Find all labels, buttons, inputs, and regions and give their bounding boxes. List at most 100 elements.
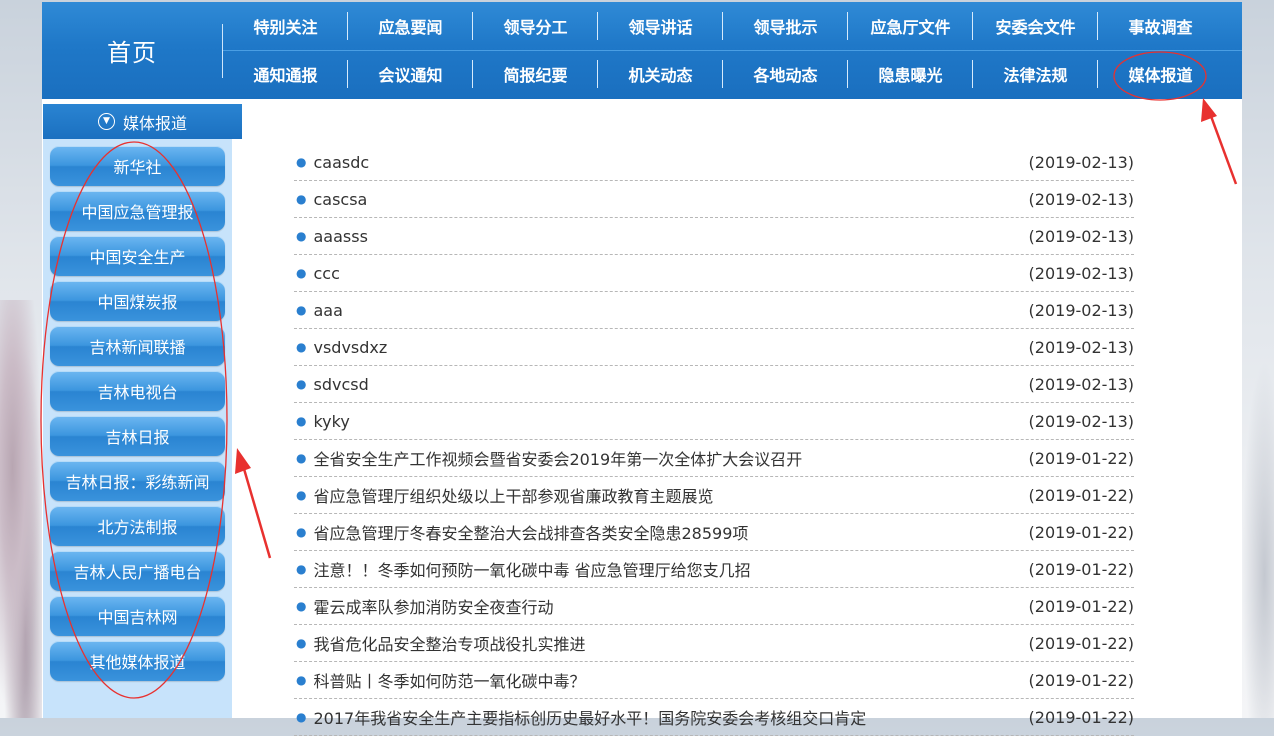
article-date: (2019-02-13) [1028, 226, 1134, 246]
bullet-icon: ● [296, 599, 307, 613]
article-title[interactable]: sdvcsd [313, 375, 368, 394]
bullet-icon: ● [296, 155, 307, 169]
nav-item-agency-updates[interactable]: 机关动态 [598, 50, 723, 98]
article-title[interactable]: 我省危化品安全整治专项战役扎实推进 [313, 631, 585, 655]
sidebar-item-china-work-safety[interactable]: 中国安全生产 [50, 236, 225, 276]
article-title[interactable]: 2017年我省安全生产主要指标创历史最好水平！国务院安委会考核组交口肯定 [313, 705, 866, 729]
sidebar-title: 媒体报道 [122, 113, 187, 133]
bullet-icon: ● [296, 525, 307, 539]
home-link[interactable]: 首页 [42, 2, 222, 99]
page-container: 首页 特别关注 应急要闻 领导分工 领导讲话 领导批示 应急厅文件 安委会文件 … [42, 2, 1242, 736]
article-date: (2019-01-22) [1028, 670, 1134, 690]
article-title[interactable]: ccc [313, 264, 339, 283]
nav-item-briefings[interactable]: 简报纪要 [473, 50, 598, 98]
bullet-icon: ● [296, 192, 307, 206]
article-date: (2019-02-13) [1028, 411, 1134, 431]
list-item: ● kyky (2019-02-13) [294, 403, 1134, 440]
nav-row-2: 通知通报 会议通知 简报纪要 机关动态 各地动态 隐患曝光 法律法规 媒体报道 [223, 50, 1242, 98]
sidebar-item-jilin-daily-cailian[interactable]: 吉林日报：彩练新闻 [50, 461, 225, 501]
nav-item-department-documents[interactable]: 应急厅文件 [848, 2, 973, 50]
sidebar-header[interactable]: ▼ 媒体报道 [43, 104, 242, 139]
nav-item-accident-investigation[interactable]: 事故调查 [1098, 2, 1223, 50]
list-item: ● ccc (2019-02-13) [294, 255, 1134, 292]
list-item: ● 全省安全生产工作视频会暨省安委会2019年第一次全体扩大会议召开 (2019-0… [294, 440, 1134, 477]
bullet-icon: ● [296, 673, 307, 687]
nav-item-regional-updates[interactable]: 各地动态 [723, 50, 848, 98]
bullet-icon: ● [296, 303, 307, 317]
nav-item-emergency-news[interactable]: 应急要闻 [348, 2, 473, 50]
nav-item-leader-instructions[interactable]: 领导批示 [723, 2, 848, 50]
article-title[interactable]: aaa [313, 301, 342, 320]
nav-item-notices[interactable]: 通知通报 [223, 50, 348, 98]
sidebar-item-jilin-daily[interactable]: 吉林日报 [50, 416, 225, 456]
article-title[interactable]: aaasss [313, 227, 367, 246]
article-date: (2019-01-22) [1028, 448, 1134, 468]
article-title[interactable]: 科普贴丨冬季如何防范一氧化碳中毒？ [313, 668, 585, 692]
bullet-icon: ● [296, 562, 307, 576]
list-item: ● aaasss (2019-02-13) [294, 218, 1134, 255]
bullet-icon: ● [296, 377, 307, 391]
article-date: (2019-01-22) [1028, 633, 1134, 653]
sidebar-item-china-jilin-net[interactable]: 中国吉林网 [50, 596, 225, 636]
article-title[interactable]: cascsa [313, 190, 367, 209]
bullet-icon: ● [296, 266, 307, 280]
nav-item-leader-speeches[interactable]: 领导讲话 [598, 2, 723, 50]
article-date: (2019-02-13) [1028, 374, 1134, 394]
nav-item-meeting-notices[interactable]: 会议通知 [348, 50, 473, 98]
list-item: ● 省应急管理厅冬春安全整治大会战排查各类安全隐患28599项 (2019-01-2… [294, 514, 1134, 551]
background-decoration-right [1242, 360, 1274, 718]
sidebar-item-northern-legal-news[interactable]: 北方法制报 [50, 506, 225, 546]
list-item: ● cascsa (2019-02-13) [294, 181, 1134, 218]
article-date: (2019-01-22) [1028, 485, 1134, 505]
bullet-icon: ● [296, 340, 307, 354]
article-date: (2019-02-13) [1028, 337, 1134, 357]
nav-item-leadership-division[interactable]: 领导分工 [473, 2, 598, 50]
bullet-icon: ● [296, 451, 307, 465]
bullet-icon: ● [296, 636, 307, 650]
nav-item-hazard-exposure[interactable]: 隐患曝光 [848, 50, 973, 98]
article-date: (2019-01-22) [1028, 596, 1134, 616]
article-date: (2019-02-13) [1028, 263, 1134, 283]
nav-item-safety-committee-documents[interactable]: 安委会文件 [973, 2, 1098, 50]
sidebar-item-china-coal-news[interactable]: 中国煤炭报 [50, 281, 225, 321]
nav-row-1: 特别关注 应急要闻 领导分工 领导讲话 领导批示 应急厅文件 安委会文件 事故调… [223, 2, 1242, 50]
article-title[interactable]: 省应急管理厅组织处级以上干部参观省廉政教育主题展览 [313, 483, 713, 507]
article-list: ● caasdc (2019-02-13) ● cascsa (2019-02-13) … [294, 144, 1134, 736]
article-title[interactable]: 霍云成率队参加消防安全夜查行动 [313, 594, 553, 618]
list-item: ● 省应急管理厅组织处级以上干部参观省廉政教育主题展览 (2019-01-22) [294, 477, 1134, 514]
sidebar-item-jilin-news-broadcast[interactable]: 吉林新闻联播 [50, 326, 225, 366]
article-date: (2019-01-22) [1028, 522, 1134, 542]
list-item: ● vsdvsdxz (2019-02-13) [294, 329, 1134, 366]
nav-item-media-reports[interactable]: 媒体报道 [1098, 50, 1223, 98]
nav-item-special-attention[interactable]: 特别关注 [223, 2, 348, 50]
sidebar-item-jilin-tv[interactable]: 吉林电视台 [50, 371, 225, 411]
article-title[interactable]: kyky [313, 412, 349, 431]
chevron-down-circle-icon: ▼ [97, 113, 115, 130]
list-item: ● sdvcsd (2019-02-13) [294, 366, 1134, 403]
sidebar-item-other-media[interactable]: 其他媒体报道 [50, 641, 225, 681]
article-title[interactable]: 省应急管理厅冬春安全整治大会战排查各类安全隐患28599项 [313, 520, 748, 544]
top-navigation: 首页 特别关注 应急要闻 领导分工 领导讲话 领导批示 应急厅文件 安委会文件 … [42, 2, 1242, 99]
sidebar-item-jilin-radio[interactable]: 吉林人民广播电台 [50, 551, 225, 591]
sidebar: 新华社 中国应急管理报 中国安全生产 中国煤炭报 吉林新闻联播 吉林电视台 吉林… [43, 139, 232, 718]
bullet-icon: ● [296, 414, 307, 428]
article-date: (2019-01-22) [1028, 559, 1134, 579]
list-item: ● 我省危化品安全整治专项战役扎实推进 (2019-01-22) [294, 625, 1134, 662]
bullet-icon: ● [296, 488, 307, 502]
article-date: (2019-01-22) [1028, 707, 1134, 727]
nav-item-laws-regulations[interactable]: 法律法规 [973, 50, 1098, 98]
article-date: (2019-02-13) [1028, 152, 1134, 172]
background-decoration [0, 300, 42, 718]
bullet-icon: ● [296, 710, 307, 724]
list-item: ● aaa (2019-02-13) [294, 292, 1134, 329]
list-item: ● caasdc (2019-02-13) [294, 144, 1134, 181]
list-item: ● 霍云成率队参加消防安全夜查行动 (2019-01-22) [294, 588, 1134, 625]
article-title[interactable]: vsdvsdxz [313, 338, 387, 357]
article-title[interactable]: caasdc [313, 153, 369, 172]
list-item: ● 注意！！冬季如何预防一氧化碳中毒 省应急管理厅给您支几招 (2019-01-22… [294, 551, 1134, 588]
article-title[interactable]: 全省安全生产工作视频会暨省安委会2019年第一次全体扩大会议召开 [313, 446, 802, 470]
article-date: (2019-02-13) [1028, 189, 1134, 209]
sidebar-item-xinhua[interactable]: 新华社 [50, 146, 225, 186]
sidebar-item-china-emergency-management-news[interactable]: 中国应急管理报 [50, 191, 225, 231]
article-title[interactable]: 注意！！冬季如何预防一氧化碳中毒 省应急管理厅给您支几招 [313, 557, 750, 581]
